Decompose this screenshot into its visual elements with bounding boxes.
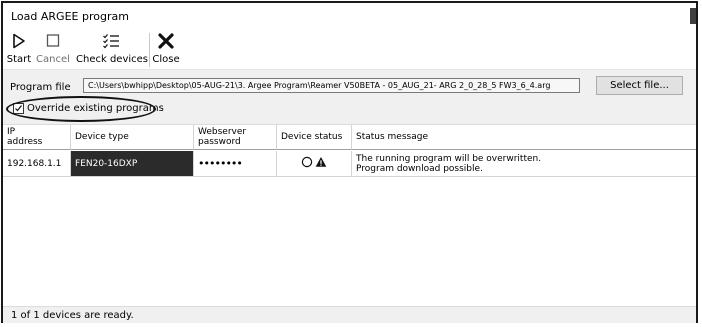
override-existing-checkbox[interactable]: Override existing programs <box>11 101 164 117</box>
check-devices-label: Check devices <box>76 54 148 65</box>
checklist-icon <box>76 33 146 53</box>
circle-outline-icon <box>301 156 313 171</box>
select-file-button[interactable]: Select file... <box>596 76 683 95</box>
title-bar: Load ARGEE program <box>3 3 696 30</box>
cell-ip-address: 192.168.1.1 <box>3 151 71 177</box>
check-devices-button[interactable]: Check devices <box>76 31 148 67</box>
status-bar-text: 1 of 1 devices are ready. <box>11 310 134 321</box>
table-header: IP address Device type Webserver passwor… <box>3 125 696 151</box>
window-close-control[interactable] <box>690 8 696 24</box>
status-message-line-1: The running program will be overwritten. <box>356 154 542 164</box>
cell-status-message: The running program will be overwritten.… <box>352 151 696 177</box>
header-ip-address[interactable]: IP address <box>3 125 71 150</box>
cancel-label: Cancel <box>36 54 70 65</box>
status-message-line-2: Program download possible. <box>356 164 483 174</box>
cell-webserver-password[interactable]: •••••••• <box>194 151 277 177</box>
cancel-button[interactable]: Cancel <box>35 31 71 67</box>
toolbar: Start Cancel Check devices Close <box>3 29 696 70</box>
header-webserver-password[interactable]: Webserver password <box>194 125 277 150</box>
header-device-status[interactable]: Device status <box>277 125 352 150</box>
cell-device-status <box>277 151 352 177</box>
program-file-label: Program file <box>10 82 71 93</box>
start-label: Start <box>6 54 32 65</box>
close-button[interactable]: Close <box>152 31 180 67</box>
warning-triangle-icon <box>315 156 327 171</box>
header-status-message[interactable]: Status message <box>352 125 696 150</box>
close-icon <box>152 33 180 53</box>
status-bar: 1 of 1 devices are ready. <box>3 306 696 323</box>
override-label: Override existing programs <box>27 103 164 114</box>
cell-device-type[interactable]: FEN20-16DXP <box>71 151 194 177</box>
stop-icon <box>35 33 71 53</box>
checkbox-checked-icon <box>13 103 24 114</box>
load-argee-dialog: Load ARGEE program Start Cancel Check de… <box>1 1 698 323</box>
play-icon <box>5 33 33 53</box>
window-title: Load ARGEE program <box>11 10 129 23</box>
toolbar-separator <box>149 33 150 67</box>
table-row[interactable]: 192.168.1.1 FEN20-16DXP •••••••• The run… <box>3 151 696 177</box>
header-device-type[interactable]: Device type <box>71 125 194 150</box>
program-file-panel: Program file C:\Users\bwhipp\Desktop\05-… <box>3 70 696 125</box>
program-file-path-field[interactable]: C:\Users\bwhipp\Desktop\05-AUG-21\3. Arg… <box>83 78 580 93</box>
start-button[interactable]: Start <box>5 31 33 67</box>
close-label: Close <box>152 54 180 65</box>
